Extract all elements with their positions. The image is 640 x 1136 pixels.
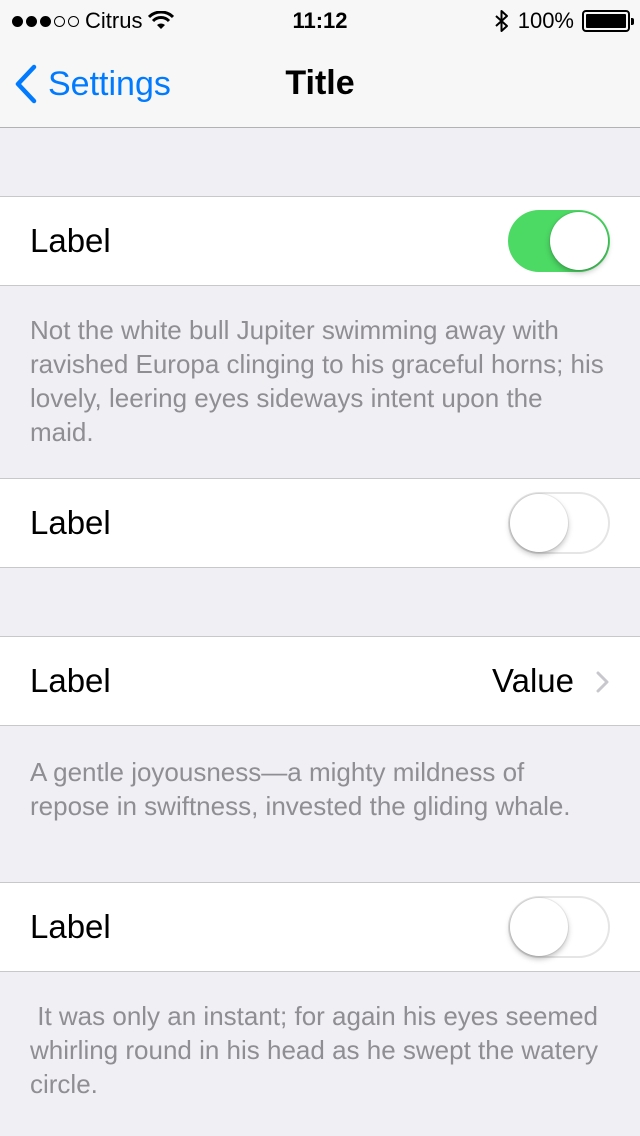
status-bar: Citrus 11:12 100% bbox=[0, 0, 640, 40]
page-title: Title bbox=[285, 64, 355, 102]
toggle-switch[interactable] bbox=[508, 896, 610, 958]
toggle-switch[interactable] bbox=[508, 492, 610, 554]
settings-row-toggle-1: Label bbox=[0, 196, 640, 286]
battery-percent: 100% bbox=[517, 8, 574, 33]
settings-row-toggle-3: Label bbox=[0, 882, 640, 972]
toggle-knob bbox=[510, 494, 568, 552]
toggle-switch[interactable] bbox=[508, 210, 610, 272]
toggle-knob bbox=[550, 212, 608, 270]
settings-row-toggle-2: Label bbox=[0, 478, 640, 568]
section-footer-1: Not the white bull Jupiter swimming away… bbox=[30, 315, 604, 447]
row-value: Value bbox=[492, 662, 574, 699]
bluetooth-icon bbox=[495, 10, 508, 32]
row-label: Label bbox=[30, 504, 111, 541]
toggle-knob bbox=[510, 898, 568, 956]
row-label: Label bbox=[30, 222, 111, 259]
section-footer-2: A gentle joyousness—a mighty mildness of… bbox=[30, 757, 571, 821]
row-label: Label bbox=[30, 908, 111, 945]
status-bar-right: 100% bbox=[494, 8, 634, 34]
battery-icon bbox=[582, 10, 634, 32]
section-footer-3: It was only an instant; for again his ey… bbox=[30, 1001, 606, 1099]
row-label: Label bbox=[30, 662, 111, 699]
navigation-bar: Settings Title bbox=[0, 40, 640, 128]
chevron-right-icon bbox=[596, 671, 609, 693]
settings-row-value[interactable]: Label Value bbox=[0, 636, 640, 726]
